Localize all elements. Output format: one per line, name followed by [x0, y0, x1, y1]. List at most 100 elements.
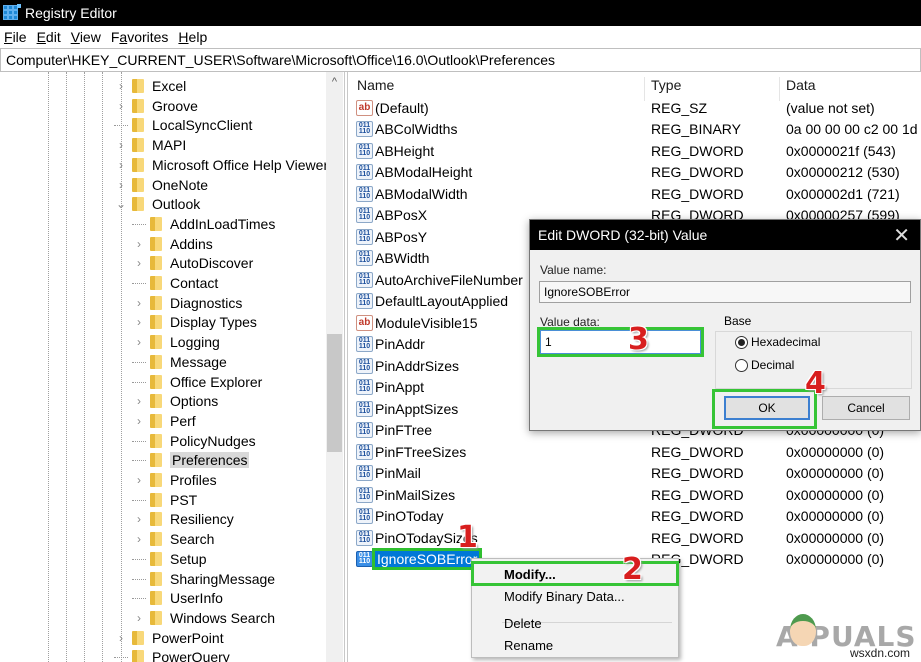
chevron-right-icon[interactable]: › — [132, 611, 146, 625]
chevron-right-icon[interactable]: › — [132, 473, 146, 487]
list-row[interactable]: 011 110 ABModalWidth REG_DWORD 0x000002d1 (7… — [348, 183, 921, 204]
tree-item[interactable]: › Groove — [114, 96, 198, 116]
tree-item[interactable]: › PowerPoint — [114, 628, 224, 648]
list-row[interactable]: 011 110 PinOToday REG_DWORD 0x00000000 (0) — [348, 506, 921, 527]
base-label: Base — [722, 314, 754, 328]
chevron-right-icon[interactable]: › — [132, 237, 146, 251]
tree-scrollbar[interactable]: ^ — [326, 72, 343, 662]
menu-help[interactable]: Help — [178, 29, 207, 45]
column-header-type[interactable]: Type — [651, 77, 681, 93]
tree-item[interactable]: AddInLoadTimes — [132, 214, 275, 234]
tree-connector — [132, 381, 146, 383]
close-icon[interactable]: ✕ — [893, 223, 910, 248]
menu-item-delete[interactable]: Delete — [504, 616, 542, 631]
chevron-right-icon[interactable]: › — [114, 99, 128, 113]
tree-item[interactable]: › Addins — [132, 234, 213, 254]
list-row[interactable]: 011 110 PinMail REG_DWORD 0x00000000 (0) — [348, 463, 921, 484]
radio-selected-icon[interactable] — [735, 335, 748, 349]
tree-guide-line — [66, 72, 67, 662]
string-value-icon: ab — [356, 99, 373, 116]
chevron-right-icon[interactable]: › — [114, 631, 128, 645]
chevron-right-icon[interactable]: › — [132, 532, 146, 546]
tree-item[interactable]: › MAPI — [114, 135, 186, 155]
binary-value-icon: 011 110 — [356, 529, 373, 546]
menu-view[interactable]: View — [71, 29, 101, 45]
tree-item[interactable]: › Microsoft Office Help Viewer — [114, 155, 328, 175]
tree-item-label: PowerQuery — [152, 649, 230, 662]
key-tree[interactable]: › Excel › Groove LocalSyncClient › MAPI › Micros… — [0, 72, 345, 662]
value-type: REG_DWORD — [651, 185, 744, 202]
tree-item[interactable]: › Profiles — [132, 470, 217, 490]
chevron-right-icon[interactable]: › — [132, 296, 146, 310]
value-name: PinAddr — [375, 336, 425, 352]
chevron-right-icon[interactable]: › — [132, 414, 146, 428]
menu-edit[interactable]: Edit — [37, 29, 61, 45]
tree-item[interactable]: UserInfo — [132, 588, 223, 608]
column-header-name[interactable]: Name — [357, 77, 394, 93]
list-row[interactable]: 011 110 PinMailSizes REG_DWORD 0x00000000 (0… — [348, 484, 921, 505]
radio-decimal[interactable]: Decimal — [735, 358, 794, 372]
list-row[interactable]: 011 110 PinFTreeSizes REG_DWORD 0x00000000 (… — [348, 441, 921, 462]
tree-connector — [132, 578, 146, 580]
tree-item[interactable]: LocalSyncClient — [114, 115, 252, 135]
tree-item[interactable]: › OneNote — [114, 175, 208, 195]
tree-item[interactable]: SharingMessage — [132, 569, 275, 589]
binary-value-icon: 011 110 — [356, 271, 373, 288]
binary-value-icon: 011 110 — [356, 443, 373, 460]
value-data: 0x00000000 (0) — [786, 486, 885, 503]
column-header-data[interactable]: Data — [786, 77, 816, 93]
tree-item[interactable]: ⌄ Outlook — [114, 194, 200, 214]
menu-item-modify-binary-data[interactable]: Modify Binary Data... — [504, 589, 625, 604]
step-1-marker: 1 — [457, 520, 478, 555]
chevron-right-icon[interactable]: › — [132, 512, 146, 526]
tree-item[interactable]: Setup — [132, 549, 207, 569]
chevron-right-icon[interactable]: › — [132, 315, 146, 329]
tree-item[interactable]: › Logging — [132, 332, 220, 352]
chevron-right-icon[interactable]: › — [114, 79, 128, 93]
chevron-right-icon[interactable]: › — [132, 335, 146, 349]
list-row[interactable]: 011 110 ABHeight REG_DWORD 0x0000021f (543) — [348, 140, 921, 161]
list-header: Name Type Data — [348, 72, 921, 101]
radio-hexadecimal[interactable]: Hexadecimal — [735, 335, 820, 349]
chevron-right-icon[interactable]: › — [114, 138, 128, 152]
tree-item[interactable]: › Options — [132, 391, 218, 411]
tree-item-label: Resiliency — [170, 511, 234, 528]
value-name: PinAddrSizes — [375, 357, 460, 374]
tree-item[interactable]: Message — [132, 352, 227, 372]
chevron-right-icon[interactable]: › — [114, 178, 128, 192]
menu-file[interactable]: File — [4, 29, 27, 45]
address-bar[interactable]: Computer\HKEY_CURRENT_USER\Software\Micr… — [0, 48, 921, 72]
tree-item[interactable]: › Resiliency — [132, 509, 234, 529]
tree-item[interactable]: › Windows Search — [132, 608, 275, 628]
tree-item[interactable]: PowerQuery — [114, 647, 230, 662]
tree-item[interactable]: › Excel — [114, 76, 186, 96]
step-4-marker: 4 — [805, 366, 826, 401]
cancel-button[interactable]: Cancel — [822, 396, 910, 420]
list-row[interactable]: 011 110 PinOTodaySizes REG_DWORD 0x00000000 … — [348, 527, 921, 548]
list-row[interactable]: 011 110 ABModalHeight REG_DWORD 0x00000212 (… — [348, 162, 921, 183]
scroll-up-icon[interactable]: ^ — [326, 76, 343, 88]
menu-favorites[interactable]: Favorites — [111, 29, 169, 45]
tree-item[interactable]: Contact — [132, 273, 218, 293]
tree-item[interactable]: PolicyNudges — [132, 431, 256, 451]
menu-item-rename[interactable]: Rename — [504, 638, 553, 653]
tree-item[interactable]: › Display Types — [132, 312, 257, 332]
chevron-right-icon[interactable]: › — [132, 394, 146, 408]
chevron-right-icon[interactable]: › — [114, 158, 128, 172]
tree-item[interactable]: Office Explorer — [132, 372, 262, 392]
tree-item[interactable]: › Perf — [132, 411, 196, 431]
ok-button[interactable]: OK — [724, 396, 810, 420]
tree-item[interactable]: › Diagnostics — [132, 293, 242, 313]
chevron-down-icon[interactable]: ⌄ — [114, 197, 128, 211]
tree-item[interactable]: › AutoDiscover — [132, 253, 253, 273]
tree-item[interactable]: › Search — [132, 529, 214, 549]
tree-item[interactable]: PST — [132, 490, 197, 510]
list-row[interactable]: 011 110 ABColWidths REG_BINARY 0a 00 00 00 c… — [348, 119, 921, 140]
chevron-right-icon[interactable]: › — [132, 256, 146, 270]
value-data-input[interactable]: 1 — [540, 330, 701, 354]
tree-item-label: AddInLoadTimes — [170, 215, 276, 232]
scrollbar-thumb[interactable] — [327, 334, 342, 452]
radio-unselected-icon[interactable] — [735, 358, 748, 372]
list-row[interactable]: ab (Default) REG_SZ (value not set) — [348, 97, 921, 118]
tree-item[interactable]: Preferences — [132, 450, 250, 470]
